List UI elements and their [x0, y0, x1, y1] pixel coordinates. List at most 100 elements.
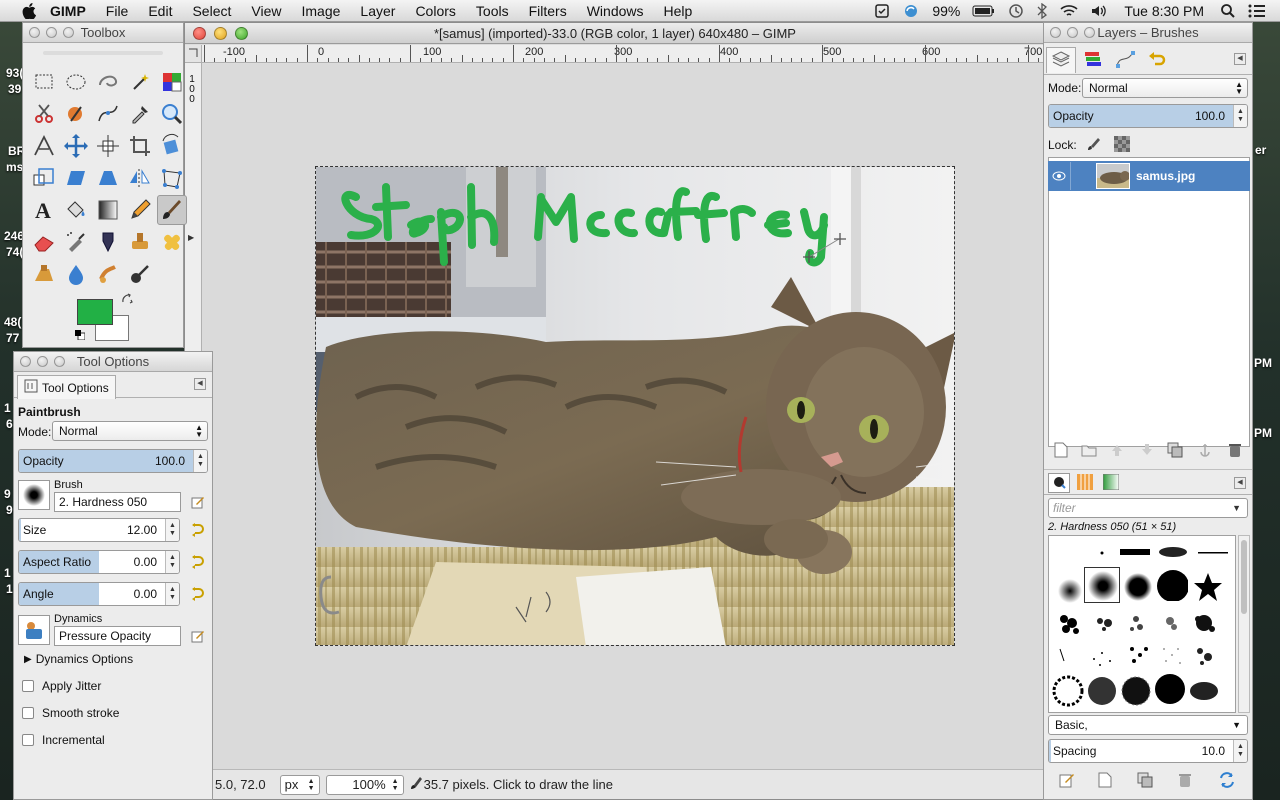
brush-preset-icon[interactable]	[1051, 674, 1085, 708]
select-by-color-tool-icon[interactable]	[157, 67, 187, 97]
spin-arrows-icon[interactable]: ▲ ▼	[193, 450, 207, 472]
measure-tool-icon[interactable]	[29, 131, 59, 161]
aspect-ratio-slider[interactable]: Aspect Ratio 0.00 ▲ ▼	[18, 550, 180, 574]
scrollbar-thumb[interactable]	[1241, 540, 1247, 614]
smudge-tool-icon[interactable]	[93, 259, 123, 289]
mode-dropdown[interactable]: Normal ▲ ▼	[52, 421, 208, 441]
clock[interactable]: Tue 8:30 PM	[1114, 0, 1214, 22]
menu-colors[interactable]: Colors	[405, 0, 465, 22]
spin-arrows-icon[interactable]: ▲ ▼	[165, 551, 179, 573]
brush-preset-icon[interactable]	[1089, 644, 1123, 678]
crop-tool-icon[interactable]	[125, 131, 155, 161]
free-select-tool-icon[interactable]	[93, 67, 123, 97]
brush-preset-icon[interactable]	[1155, 568, 1189, 602]
minimize-window-button[interactable]	[46, 27, 57, 38]
new-layer-group-icon[interactable]	[1080, 441, 1098, 459]
brush-preset-icon[interactable]	[1119, 674, 1153, 708]
brush-preset-icon[interactable]	[1153, 672, 1187, 706]
menu-edit[interactable]: Edit	[138, 0, 182, 22]
duplicate-layer-icon[interactable]	[1166, 441, 1184, 459]
brush-grid-scrollbar[interactable]	[1238, 535, 1250, 713]
menu-view[interactable]: View	[241, 0, 291, 22]
blur-tool-icon[interactable]	[61, 259, 91, 289]
spin-arrows-icon[interactable]: ▲ ▼	[1233, 105, 1247, 127]
tab-patterns[interactable]	[1074, 473, 1096, 493]
edit-brush-icon[interactable]	[1058, 771, 1076, 789]
align-tool-icon[interactable]	[93, 131, 123, 161]
menu-app-gimp[interactable]: GIMP	[40, 0, 96, 22]
size-slider[interactable]: Size 12.00 ▲ ▼	[18, 518, 180, 542]
brush-spacing-slider[interactable]: Spacing 10.0 ▲ ▼	[1048, 739, 1248, 763]
brush-tag-field[interactable]: Basic, ▼	[1048, 715, 1248, 735]
edit-dynamics-icon[interactable]	[190, 628, 206, 644]
brush-preset-icon[interactable]	[1191, 570, 1225, 604]
angle-slider[interactable]: Angle 0.00 ▲ ▼	[18, 582, 180, 606]
shield-icon[interactable]	[868, 0, 896, 22]
close-window-button[interactable]	[193, 27, 206, 40]
brush-preset-icon[interactable]	[1123, 640, 1157, 674]
foreground-select-tool-icon[interactable]	[61, 99, 91, 129]
smooth-stroke-checkbox[interactable]: Smooth stroke	[22, 706, 119, 720]
lower-layer-icon[interactable]	[1138, 441, 1156, 459]
unit-selector[interactable]: px ▲ ▼	[279, 774, 320, 795]
clone-tool-icon[interactable]	[125, 227, 155, 257]
shear-tool-icon[interactable]	[61, 163, 91, 193]
rect-select-tool-icon[interactable]	[29, 67, 59, 97]
menu-windows[interactable]: Windows	[577, 0, 654, 22]
delete-layer-icon[interactable]	[1226, 441, 1244, 459]
brush-grid[interactable]	[1048, 535, 1236, 713]
brush-preset-icon[interactable]	[1189, 640, 1223, 674]
menu-image[interactable]: Image	[291, 0, 350, 22]
brush-preset-icon[interactable]	[1084, 567, 1120, 603]
perspective-clone-tool-icon[interactable]	[29, 259, 59, 289]
brush-preview-button[interactable]	[18, 480, 50, 510]
close-window-button[interactable]	[20, 356, 31, 367]
heal-tool-icon[interactable]	[157, 227, 187, 257]
panel-menu-icon[interactable]: ◀	[1234, 477, 1246, 489]
zoom-window-button[interactable]	[54, 356, 65, 367]
apply-jitter-checkbox[interactable]: Apply Jitter	[22, 679, 101, 693]
layer-opacity-slider[interactable]: Opacity 100.0 ▲ ▼	[1048, 104, 1248, 128]
dodge-burn-tool-icon[interactable]	[125, 259, 155, 289]
wifi-icon[interactable]	[1054, 0, 1084, 22]
minimize-window-button[interactable]	[37, 356, 48, 367]
dynamics-name-field[interactable]: Pressure Opacity	[54, 626, 181, 646]
menu-help[interactable]: Help	[654, 0, 703, 22]
duplicate-brush-icon[interactable]	[1136, 771, 1154, 789]
battery-icon[interactable]	[966, 0, 1002, 22]
spin-arrows-icon[interactable]: ▲ ▼	[165, 519, 179, 541]
foreground-color-swatch[interactable]	[77, 299, 113, 325]
brush-preset-icon[interactable]	[1089, 610, 1123, 644]
brush-preset-icon[interactable]	[1187, 676, 1221, 710]
sync-icon[interactable]	[896, 0, 926, 22]
default-colors-icon[interactable]	[75, 329, 86, 341]
dynamics-options-expander[interactable]: ▶ Dynamics Options	[24, 652, 133, 666]
menu-filters[interactable]: Filters	[519, 0, 577, 22]
tab-brushes[interactable]	[1048, 473, 1070, 493]
close-window-button[interactable]	[29, 27, 40, 38]
spotlight-search-icon[interactable]	[1214, 0, 1242, 22]
menu-tools[interactable]: Tools	[466, 0, 519, 22]
new-layer-icon[interactable]	[1052, 441, 1070, 459]
swap-colors-icon[interactable]	[121, 293, 133, 305]
flip-tool-icon[interactable]	[125, 163, 155, 193]
bucket-fill-tool-icon[interactable]	[61, 195, 91, 225]
menu-file[interactable]: File	[96, 0, 139, 22]
zoom-window-button[interactable]	[63, 27, 74, 38]
anchor-layer-icon[interactable]	[1196, 441, 1214, 459]
scale-tool-icon[interactable]	[29, 163, 59, 193]
canvas-area[interactable]	[202, 64, 1045, 771]
text-tool-icon[interactable]: A	[29, 195, 59, 225]
tab-layers[interactable]	[1046, 47, 1076, 73]
move-tool-icon[interactable]	[61, 131, 91, 161]
tab-undo-history[interactable]	[1142, 47, 1172, 73]
menu-layer[interactable]: Layer	[350, 0, 405, 22]
zoom-selector[interactable]: 100% ▲ ▼	[325, 774, 404, 795]
tab-paths[interactable]	[1110, 47, 1140, 73]
menu-select[interactable]: Select	[182, 0, 241, 22]
ink-tool-icon[interactable]	[93, 227, 123, 257]
tab-gradients[interactable]	[1100, 473, 1122, 493]
lock-alpha-icon[interactable]	[1114, 136, 1130, 155]
brush-preset-icon[interactable]	[1155, 640, 1189, 674]
reset-aspect-ratio-icon[interactable]	[189, 554, 205, 570]
